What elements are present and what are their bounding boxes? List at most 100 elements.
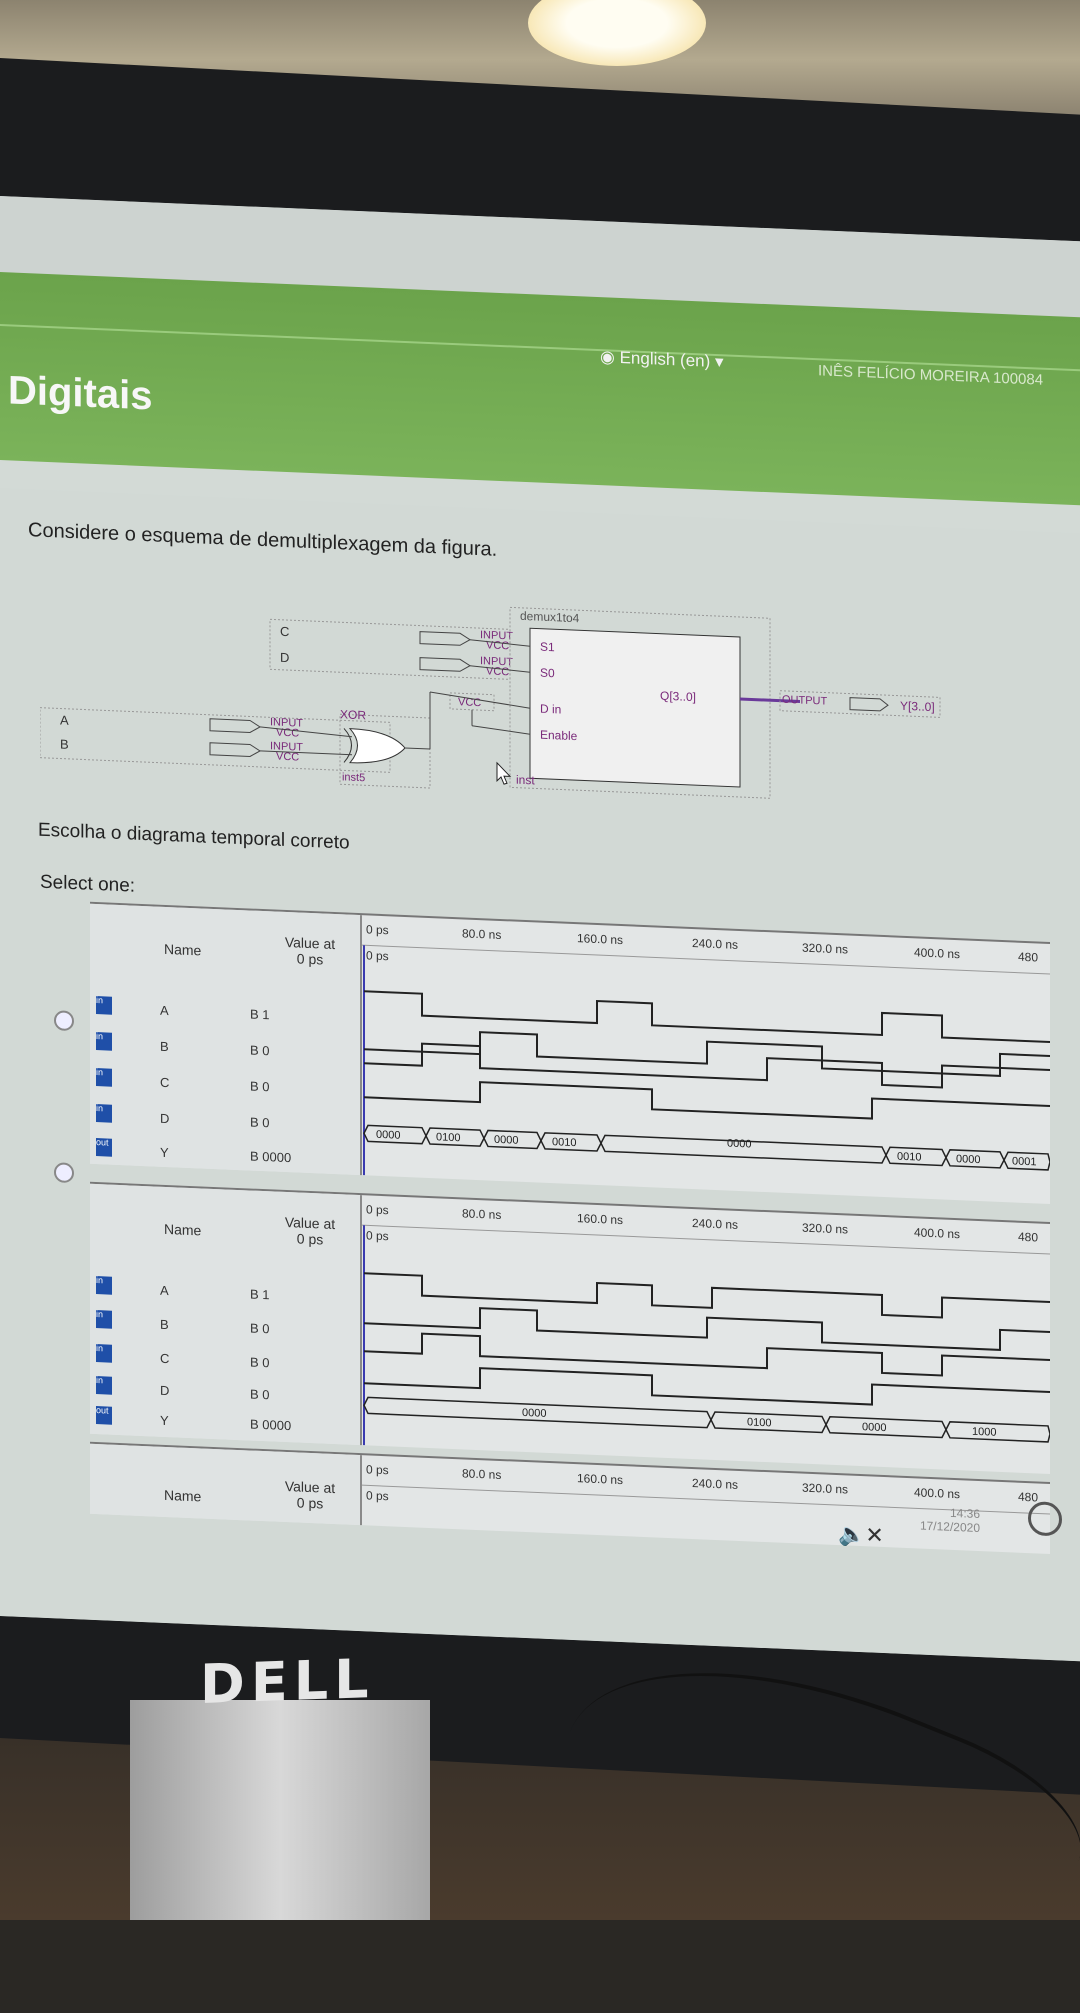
signal-name: C [160,1350,170,1367]
tick-label: 160.0 ns [577,1211,623,1227]
input-pin-icon: in [96,1309,112,1329]
bus-label: 0000 [956,1153,980,1166]
pin-enable: Enable [540,728,578,744]
dell-logo: DELL [200,1646,375,1717]
bus-label: 0000 [494,1134,518,1147]
tick-label: 160.0 ns [577,931,623,947]
output-name: Y[3..0] [900,699,935,714]
value-column-header: Value at 0 ps [275,1478,345,1513]
name-column-header: Name [164,940,202,959]
signal-row-a[interactable]: in A B 1 [90,994,360,1035]
signal-value: B 1 [250,1006,270,1023]
language-label: English (en) [619,347,711,371]
option-2-waveform[interactable]: Name Value at 0 ps in A B 1 in B B 0 in C B 0 … [90,1181,1050,1475]
option-3-timing-diagram: 0 ps 80.0 ns 160.0 ns 240.0 ns 320.0 ns … [362,1462,1050,1515]
pin-din: D in [540,702,561,717]
input-pin-icon: in [96,1343,112,1363]
wave-b [364,1307,1050,1351]
signal-value: B 0 [250,1386,270,1403]
bus-label: 0001 [1012,1155,1036,1168]
signal-value: B 0 [250,1114,270,1131]
tick-label: 400.0 ns [914,1225,960,1241]
tick-label: 400.0 ns [914,1485,960,1501]
option-2-timing-diagram: 0 ps 80.0 ns 160.0 ns 240.0 ns 320.0 ns … [362,1202,1050,1446]
option-2-radio[interactable] [54,1162,74,1184]
signal-row-b[interactable]: in B B 0 [90,1030,360,1071]
value-column-header: Value at 0 ps [275,1214,345,1249]
value-at-sub-label: 0 ps [296,1230,324,1248]
input-pin-icon: in [96,1103,112,1123]
tick-label: 320.0 ns [802,1481,848,1497]
signal-name: A [160,1002,169,1019]
value-at-sub-label: 0 ps [296,950,324,968]
cursor-label: 0 ps [366,1228,389,1243]
bus-label: 0100 [747,1416,771,1429]
wave-a [364,990,1050,1044]
question-instruction: Escolha o diagrama temporal correto [38,819,350,854]
question-prompt: Considere o esquema de demultiplexagem d… [28,519,498,561]
signal-row-c[interactable]: in C B 0 [90,1066,360,1107]
input-a-label: A [60,713,69,728]
wave-d [364,1367,1050,1406]
signal-name: Y [160,1144,169,1161]
name-column-header: Name [164,1220,202,1239]
monitor-stand [130,1700,430,1920]
bus-label: 0000 [376,1129,400,1142]
tick-label: 80.0 ns [462,926,501,942]
option-1-name-panel: Name Value at 0 ps in A B 1 in B B 0 in C B 0 … [90,903,362,1177]
tick-label: 320.0 ns [802,1221,848,1237]
input-b-label: B [60,737,69,752]
signal-value: B 0 [250,1320,270,1337]
signal-value: B 0 [250,1354,270,1371]
language-menu[interactable]: ◉ English (en) ▾ [600,347,724,372]
pin-s1: S1 [540,640,555,655]
signal-value: B 1 [250,1286,270,1303]
tick-label: 0 ps [366,922,389,937]
signal-name: Y [160,1412,169,1429]
tick-label: 80.0 ns [462,1466,501,1482]
signal-value: B 0 [250,1042,270,1059]
signal-name: D [160,1382,170,1399]
bus-y [363,1396,1050,1443]
wave-b [364,1031,1050,1077]
demux-schematic: C D A B INPUT VCC INPUT VCC INPUT VCC IN… [40,606,941,799]
input-pin-icon: in [96,995,112,1015]
signal-value: B 0000 [250,1416,292,1434]
signal-name: D [160,1110,170,1127]
option-1-waveform[interactable]: Name Value at 0 ps in A B 1 in B B 0 in C B 0 … [90,901,1050,1205]
site-title[interactable]: Digitais [8,368,152,419]
wave-d [364,1081,1050,1120]
wave-a [364,1272,1050,1319]
tick-label: 0 ps [366,1202,389,1217]
tick-label: 240.0 ns [692,936,738,952]
input-c-label: C [280,624,289,639]
tick-label: 240.0 ns [692,1216,738,1232]
option-2-name-panel: Name Value at 0 ps in A B 1 in B B 0 in C B 0 … [90,1183,362,1446]
input-pin-icon: in [96,1375,112,1395]
input-pin-icon: in [96,1067,112,1087]
value-at-label: Value at [284,933,336,953]
signal-name: C [160,1074,170,1091]
power-icon[interactable] [1028,1501,1062,1537]
bus-label: 0000 [862,1421,886,1434]
option-1-radio[interactable] [54,1010,74,1032]
signal-name: B [160,1316,169,1333]
output-pin-icon: out [96,1137,112,1157]
signal-row-y[interactable]: out Y B 0000 [90,1136,360,1177]
option-1-timing-diagram: 0 ps 80.0 ns 160.0 ns 240.0 ns 320.0 ns … [362,922,1050,1176]
pin-s0: S0 [540,666,555,681]
name-column-header: Name [164,1486,202,1505]
bus-label: 0000 [727,1137,751,1150]
globe-icon: ◉ [600,347,615,367]
tick-label: 0 ps [366,1462,389,1477]
signal-name: A [160,1282,169,1299]
tick-label: 400.0 ns [914,945,960,961]
option-3-name-panel: Name Value at 0 ps [90,1443,362,1526]
question-content: Considere o esquema de demultiplexagem d… [0,488,1080,1662]
output-pin-icon: out [96,1405,112,1425]
cursor-label: 0 ps [366,1488,389,1503]
tick-label: 320.0 ns [802,941,848,957]
bus-label: 0000 [522,1407,546,1420]
signal-value: B 0000 [250,1148,292,1166]
xor-label: XOR [340,707,366,722]
